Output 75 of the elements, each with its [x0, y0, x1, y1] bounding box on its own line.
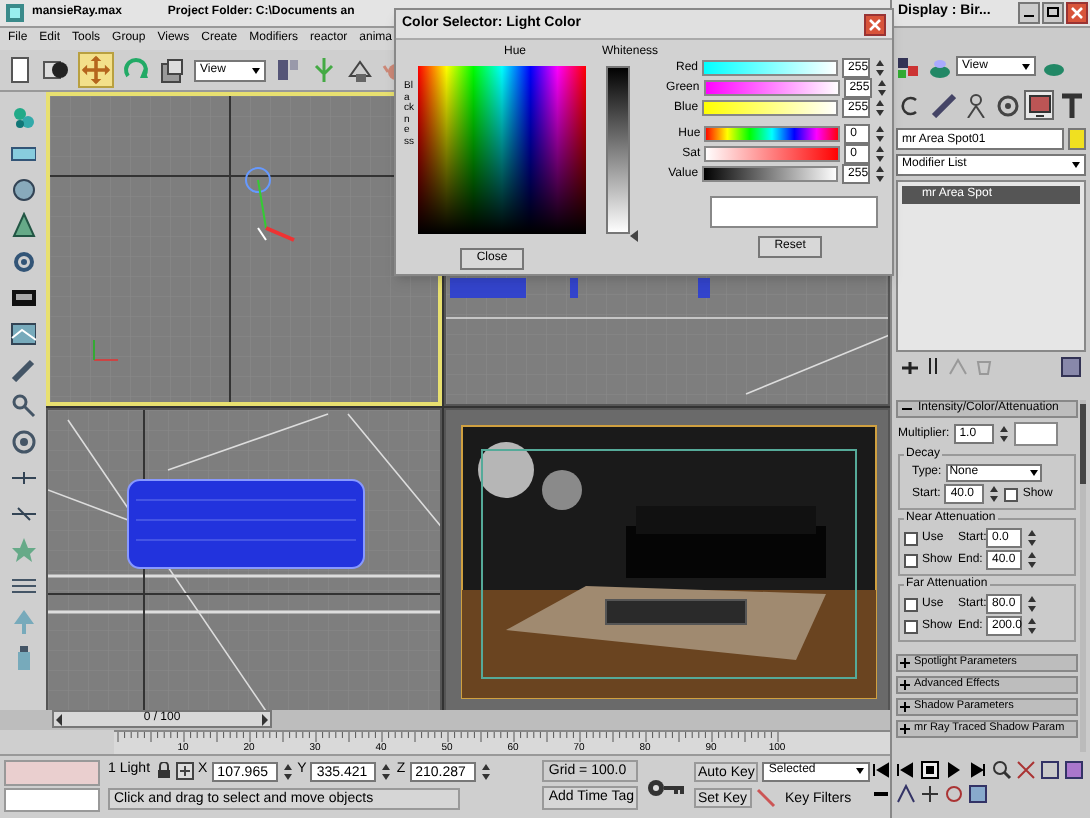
hue-blackness-picker[interactable]: [418, 66, 586, 234]
checkbox[interactable]: [1004, 487, 1019, 501]
expand-icon: [900, 658, 910, 668]
hammer-icon: [1058, 91, 1084, 117]
right-arrow-icon[interactable]: [260, 711, 270, 727]
caret-icon[interactable]: [1072, 160, 1080, 170]
checkbox[interactable]: [904, 553, 918, 567]
close-icon[interactable]: [864, 13, 886, 35]
viewport[interactable]: [46, 408, 442, 712]
pan-icon[interactable]: [920, 784, 940, 804]
spinner-icon[interactable]: [1026, 594, 1038, 614]
scrollbar[interactable]: [1080, 400, 1086, 752]
zoom-extents-icon[interactable]: [1040, 760, 1060, 780]
minus-icon[interactable]: [872, 786, 890, 802]
stop-icon[interactable]: [920, 760, 940, 780]
spinner-icon[interactable]: [1026, 528, 1038, 548]
spinner-icon[interactable]: [1026, 616, 1038, 636]
object-color-swatch[interactable]: [1068, 128, 1086, 150]
spinner-icon[interactable]: [1026, 550, 1038, 570]
go-to-start-icon[interactable]: [872, 762, 890, 778]
panel-tab[interactable]: [1024, 89, 1054, 119]
script-listener-field[interactable]: [4, 788, 100, 812]
panel-tab[interactable]: [1056, 89, 1086, 119]
light-color-swatch[interactable]: [1013, 422, 1058, 446]
expand-icon: [900, 724, 910, 734]
sphere-icon[interactable]: [10, 176, 36, 202]
caret-icon[interactable]: [856, 766, 864, 776]
app-icon[interactable]: [4, 2, 26, 24]
slider-pointer-icon[interactable]: [630, 230, 638, 242]
camera-viewport[interactable]: [444, 408, 890, 712]
lights-icon[interactable]: [10, 104, 36, 130]
whiteness-slider[interactable]: [606, 66, 638, 242]
show-result-icon[interactable]: [926, 356, 942, 376]
caret-icon[interactable]: [1022, 61, 1030, 71]
left-arrow-icon[interactable]: [54, 711, 64, 727]
checkbox[interactable]: [904, 619, 918, 633]
monitor-icon: [1026, 91, 1052, 117]
scroll-thumb[interactable]: [1080, 404, 1086, 484]
go-to-start-icon[interactable]: [896, 760, 916, 780]
pin-icon[interactable]: [900, 356, 920, 376]
zoom-extents-all-icon[interactable]: [1064, 760, 1084, 780]
wrench-icon: [930, 91, 956, 117]
caret-icon[interactable]: [252, 65, 260, 75]
box-icon[interactable]: [10, 284, 36, 310]
person-icon: [962, 91, 988, 117]
key-filter-icon[interactable]: [755, 788, 776, 808]
pencil-icon[interactable]: [10, 356, 36, 382]
expand-icon: [900, 680, 910, 690]
maximize-viewport-icon[interactable]: [968, 784, 988, 804]
cone-icon[interactable]: [10, 212, 36, 238]
transform-mode-icon[interactable]: [176, 762, 194, 780]
caret-icon[interactable]: [1029, 468, 1038, 478]
maximize-icon[interactable]: [1042, 2, 1064, 24]
close-icon[interactable]: [1066, 2, 1088, 24]
script-listener-field[interactable]: [4, 760, 100, 786]
scale-icon[interactable]: [158, 56, 186, 84]
lock-icon[interactable]: [156, 762, 172, 780]
collapse-icon: [902, 404, 912, 414]
zoom-icon[interactable]: [992, 760, 1012, 780]
play-icon[interactable]: [944, 760, 964, 780]
configure-icon[interactable]: [1060, 355, 1082, 377]
go-to-end-icon[interactable]: [968, 760, 988, 780]
orbit-icon[interactable]: [944, 784, 964, 804]
field-of-view-icon[interactable]: [896, 784, 916, 804]
map-icon[interactable]: [10, 320, 36, 346]
layers-icon[interactable]: [896, 53, 922, 79]
checkbox[interactable]: [904, 531, 918, 545]
panel-tab[interactable]: [928, 89, 958, 119]
zoom-all-icon[interactable]: [1016, 760, 1036, 780]
expand-icon: [900, 702, 910, 712]
star-icon[interactable]: [10, 536, 36, 562]
minimize-icon[interactable]: [1018, 2, 1040, 24]
checkbox[interactable]: [904, 597, 918, 611]
page-icon[interactable]: [6, 56, 34, 84]
circle-icon: [994, 91, 1020, 117]
